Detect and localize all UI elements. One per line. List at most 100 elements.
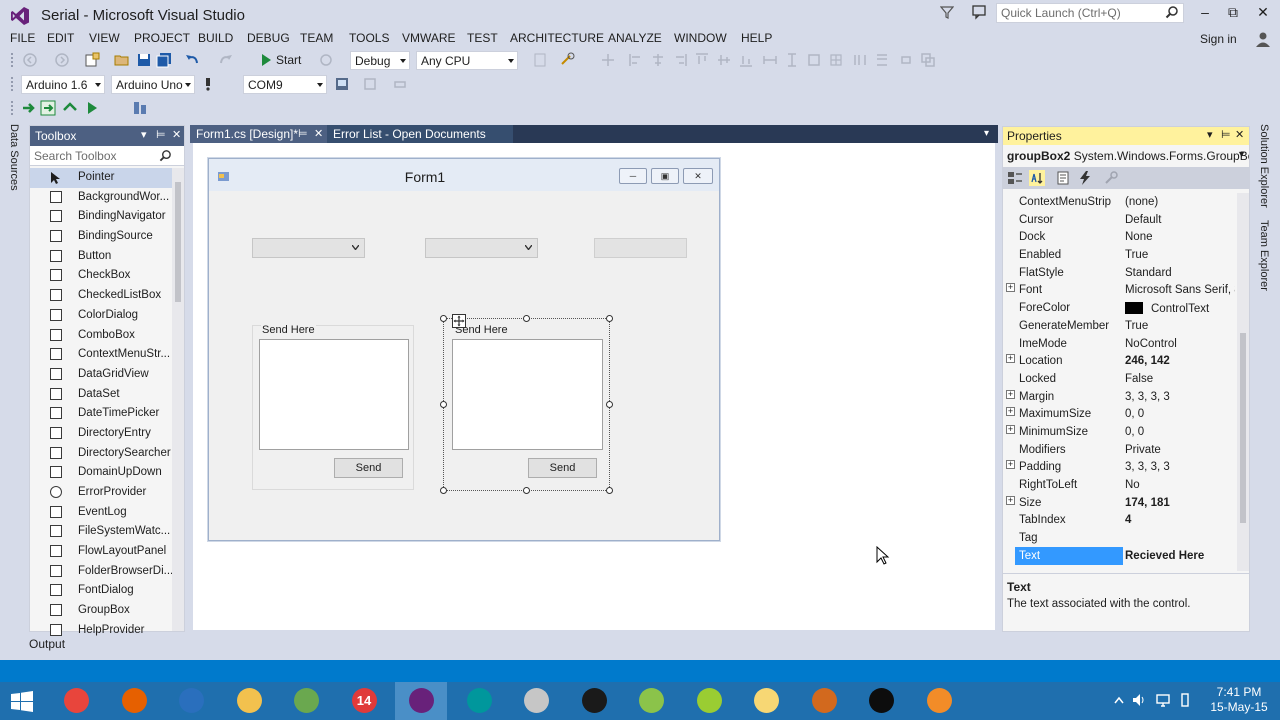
start-button-label[interactable]: Start xyxy=(276,53,301,67)
property-value[interactable]: None xyxy=(1125,231,1235,243)
property-row-margin[interactable]: + Margin 3, 3, 3, 3 xyxy=(1003,388,1237,406)
find-in-files-icon[interactable] xyxy=(532,52,548,68)
property-value[interactable]: 0, 0 xyxy=(1125,408,1235,420)
notification-filter-icon[interactable] xyxy=(940,5,954,19)
align-bottoms-icon[interactable] xyxy=(738,52,754,68)
property-value[interactable]: True xyxy=(1125,249,1235,261)
property-row-location[interactable]: + Location 246, 142 xyxy=(1003,352,1237,370)
menu-analyze[interactable]: ANALYZE xyxy=(608,31,662,45)
property-value[interactable]: Default xyxy=(1125,214,1235,226)
toolbox-item-backgroundworker[interactable]: BackgroundWor... xyxy=(30,188,172,208)
property-value[interactable]: 3, 3, 3, 3 xyxy=(1125,461,1235,473)
menu-debug[interactable]: DEBUG xyxy=(247,31,290,45)
quick-find-icon[interactable] xyxy=(560,52,576,68)
clear-icon[interactable] xyxy=(392,76,408,92)
tray-expand-icon[interactable] xyxy=(1114,696,1124,704)
property-row-dock[interactable]: Dock None xyxy=(1003,228,1237,246)
pin-icon[interactable]: ⊨ xyxy=(1221,128,1231,141)
property-row-enabled[interactable]: Enabled True xyxy=(1003,246,1237,264)
taskbar-app-folder[interactable] xyxy=(740,682,792,720)
menu-file[interactable]: FILE xyxy=(10,31,35,45)
align-middles-icon[interactable] xyxy=(716,52,732,68)
serial-monitor-icon[interactable] xyxy=(334,76,350,92)
send-button-1[interactable]: Send xyxy=(334,458,403,478)
platform-dropdown[interactable]: Any CPU xyxy=(416,51,518,70)
groupbox-1[interactable]: Send Here Send xyxy=(252,324,414,490)
property-value[interactable]: 3, 3, 3, 3 xyxy=(1125,391,1235,403)
toolbox-item-domainupdown[interactable]: DomainUpDown xyxy=(30,463,172,483)
account-icon[interactable] xyxy=(1254,30,1272,48)
undo-icon[interactable] xyxy=(184,52,200,68)
property-value[interactable]: 246, 142 xyxy=(1125,355,1235,367)
toolbox-item-checkbox[interactable]: CheckBox xyxy=(30,266,172,286)
resize-handle[interactable] xyxy=(606,487,613,494)
solution-config-dropdown[interactable]: Debug xyxy=(350,51,410,70)
groupbox-1-textbox[interactable] xyxy=(259,339,409,450)
toolbox-item-dataset[interactable]: DataSet xyxy=(30,385,172,405)
expand-icon[interactable]: + xyxy=(1006,407,1015,417)
resize-handle[interactable] xyxy=(606,315,613,322)
resize-handle[interactable] xyxy=(523,487,530,494)
property-row-maximumsize[interactable]: + MaximumSize 0, 0 xyxy=(1003,405,1237,423)
property-row-cursor[interactable]: Cursor Default xyxy=(1003,211,1237,229)
toolbox-item-bindingnavigator[interactable]: BindingNavigator xyxy=(30,207,172,227)
expand-icon[interactable]: + xyxy=(1006,389,1015,399)
wrench-icon[interactable] xyxy=(1103,170,1119,186)
taskbar-app-arduino[interactable] xyxy=(453,682,505,720)
vertical-spacing-icon[interactable] xyxy=(874,52,890,68)
pin-icon[interactable]: ⊨ xyxy=(156,128,166,141)
serial-port-dropdown[interactable]: COM9 xyxy=(243,75,327,94)
tab-error-list[interactable]: Error List - Open Documents xyxy=(327,125,513,143)
tab-overflow-icon[interactable]: ▾ xyxy=(984,128,989,139)
debug-tools-icon[interactable] xyxy=(132,100,148,116)
taskbar-app-badge-14[interactable]: 14 xyxy=(338,682,390,720)
toolbox-search-input[interactable]: Search Toolbox xyxy=(30,146,184,166)
align-tops-icon[interactable] xyxy=(694,52,710,68)
open-file-icon[interactable] xyxy=(114,52,130,68)
combobox-2[interactable] xyxy=(425,238,538,258)
property-value[interactable]: Private xyxy=(1125,444,1235,456)
taskbar-app-pen-tool[interactable] xyxy=(568,682,620,720)
move-grip-icon[interactable] xyxy=(452,314,466,328)
run-icon[interactable] xyxy=(84,100,100,116)
taskbar-app-thunderbird[interactable] xyxy=(165,682,217,720)
expand-icon[interactable]: + xyxy=(1006,424,1015,434)
bring-to-front-icon[interactable] xyxy=(920,52,936,68)
toolbox-item-directoryentry[interactable]: DirectoryEntry xyxy=(30,424,172,444)
save-all-icon[interactable] xyxy=(156,52,172,68)
size-to-grid-icon[interactable] xyxy=(828,52,844,68)
property-value[interactable]: Recieved Here xyxy=(1125,550,1235,562)
properties-object-selector[interactable]: groupBox2 System.Windows.Forms.GroupBo ▼ xyxy=(1003,145,1249,167)
combobox-1[interactable] xyxy=(252,238,365,258)
property-row-generatemember[interactable]: GenerateMember True xyxy=(1003,317,1237,335)
sign-in-link[interactable]: Sign in xyxy=(1200,32,1237,46)
align-centers-icon[interactable] xyxy=(650,52,666,68)
build-icon[interactable] xyxy=(20,100,36,116)
network-icon[interactable] xyxy=(1156,693,1170,707)
expand-icon[interactable]: + xyxy=(1006,283,1015,293)
menu-window[interactable]: WINDOW xyxy=(674,31,727,45)
property-value[interactable]: NoControl xyxy=(1125,338,1235,350)
menu-team[interactable]: TEAM xyxy=(300,31,333,45)
tab-form1-design[interactable]: Form1.cs [Design]* ⊨ ✕ xyxy=(190,125,327,143)
arduino-version-dropdown[interactable]: Arduino 1.6 xyxy=(21,75,105,94)
close-icon[interactable]: ✕ xyxy=(1235,128,1244,141)
toolbox-item-directorysearcher[interactable]: DirectorySearcher xyxy=(30,444,172,464)
menu-help[interactable]: HELP xyxy=(741,31,772,45)
build-solution-icon[interactable] xyxy=(40,100,56,116)
property-value[interactable]: 4 xyxy=(1125,514,1235,526)
menu-vmware[interactable]: VMWARE xyxy=(402,31,456,45)
taskbar-app-globe[interactable] xyxy=(280,682,332,720)
scrollbar-thumb[interactable] xyxy=(175,182,181,302)
property-row-tabindex[interactable]: TabIndex 4 xyxy=(1003,511,1237,529)
upload-icon[interactable] xyxy=(62,100,78,116)
toolbox-item-flowlayoutpanel[interactable]: FlowLayoutPanel xyxy=(30,542,172,562)
categorized-icon[interactable] xyxy=(1007,170,1023,186)
property-row-minimumsize[interactable]: + MinimumSize 0, 0 xyxy=(1003,423,1237,441)
align-rights-icon[interactable] xyxy=(672,52,688,68)
property-pages-icon[interactable] xyxy=(1055,170,1071,186)
menu-project[interactable]: PROJECT xyxy=(134,31,190,45)
make-same-size-icon[interactable] xyxy=(806,52,822,68)
property-row-font[interactable]: + Font Microsoft Sans Serif, 8 xyxy=(1003,281,1237,299)
property-row-padding[interactable]: + Padding 3, 3, 3, 3 xyxy=(1003,458,1237,476)
